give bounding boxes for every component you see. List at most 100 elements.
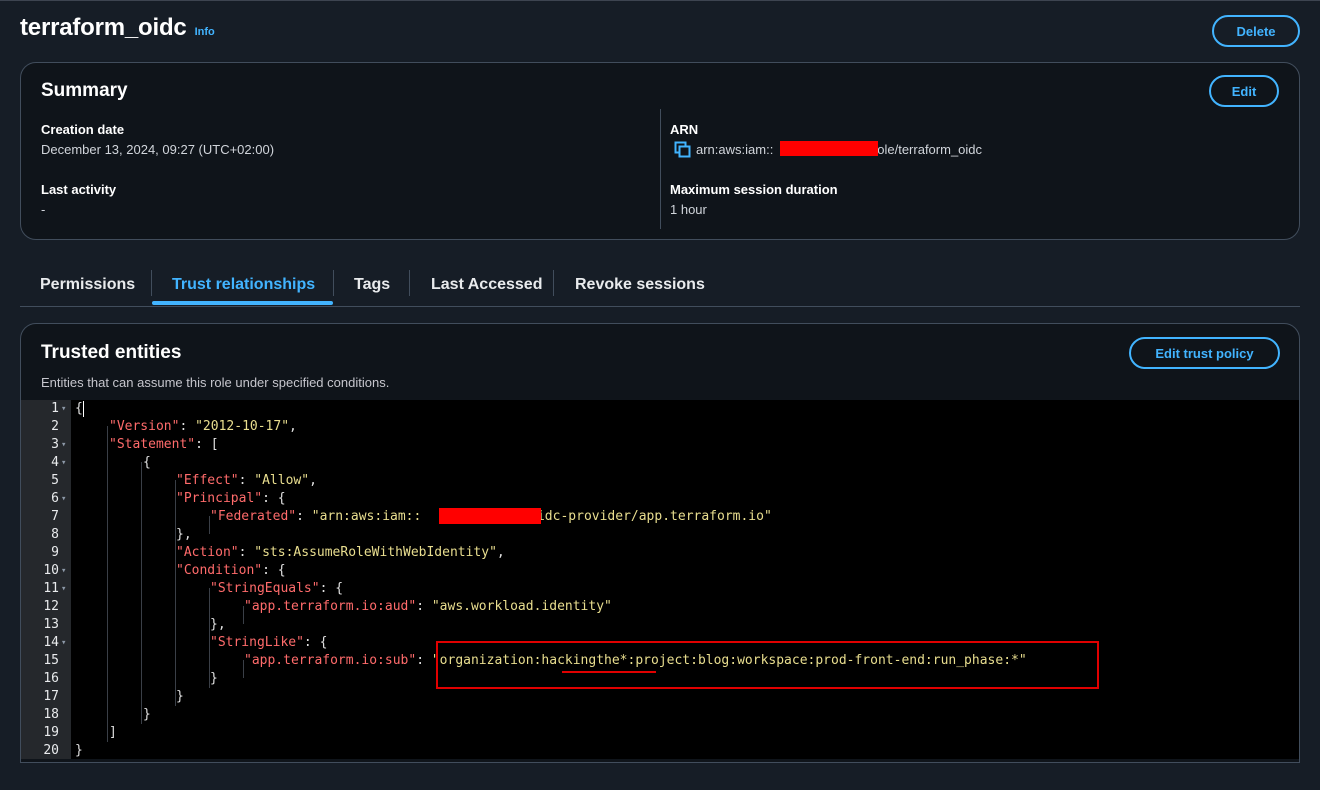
tab-separator xyxy=(151,270,152,296)
summary-card: Summary Edit Creation date December 13, … xyxy=(20,62,1300,240)
line-number: 2 xyxy=(51,419,59,434)
code-line: 9 "Action": "sts:AssumeRoleWithWebIdenti… xyxy=(21,544,1299,562)
tab-trust-relationships[interactable]: Trust relationships xyxy=(172,266,315,304)
line-number: 15 xyxy=(43,653,59,668)
arn-prefix: arn:aws:iam:: xyxy=(696,142,774,157)
fold-arrow-icon[interactable]: ▾ xyxy=(61,580,71,598)
line-number: 14 xyxy=(43,635,59,650)
arn-suffix: :role/terraform_oidc xyxy=(869,142,983,157)
line-number: 17 xyxy=(43,689,59,704)
line-number: 10 xyxy=(43,563,59,578)
tab-separator xyxy=(409,270,410,296)
json-key: "Statement" xyxy=(109,437,196,452)
json-key: "Principal" xyxy=(176,491,263,506)
line-number: 12 xyxy=(43,599,59,614)
code-line: 5 "Effect": "Allow", xyxy=(21,472,1299,490)
page-title: terraform_oidc xyxy=(20,14,187,41)
code-text: } xyxy=(210,671,218,686)
page-header: terraform_oidc Info xyxy=(20,14,215,42)
json-key: "app.terraform.io:aud" xyxy=(244,599,417,614)
code-text: "Condition": { xyxy=(176,563,286,578)
code-line: 7 "Federated": "arn:aws:iam:::oidc-provi… xyxy=(21,508,1299,526)
json-key: "app.terraform.io:sub" xyxy=(244,653,417,668)
trusted-entities-title: Trusted entities xyxy=(41,342,182,363)
line-number: 19 xyxy=(43,725,59,740)
code-text: { xyxy=(75,401,83,416)
code-line: 11 ▾ "StringEquals": { xyxy=(21,580,1299,598)
line-number: 4 xyxy=(51,455,59,470)
edit-summary-button[interactable]: Edit xyxy=(1209,75,1279,107)
json-string: "arn:aws:iam:: xyxy=(311,509,422,524)
line-number: 11 xyxy=(43,581,59,596)
json-key: "StringEquals" xyxy=(210,581,320,596)
line-number: 13 xyxy=(43,617,59,632)
code-line: 19 ] xyxy=(21,724,1299,742)
line-number: 18 xyxy=(43,707,59,722)
code-line: 3 ▾ "Statement": [ xyxy=(21,436,1299,454)
copy-icon[interactable] xyxy=(674,141,691,158)
fold-arrow-icon[interactable]: ▾ xyxy=(61,400,71,418)
active-tab-indicator xyxy=(152,301,333,305)
fold-arrow-icon[interactable]: ▾ xyxy=(61,436,71,454)
line-number: 1 xyxy=(51,401,59,416)
summary-title: Summary xyxy=(41,80,128,101)
json-string: "aws.workload.identity" xyxy=(431,599,612,614)
line-number: 16 xyxy=(43,671,59,686)
summary-column-divider xyxy=(660,109,661,229)
tab-permissions[interactable]: Permissions xyxy=(40,266,135,304)
code-text: "app.terraform.io:aud": "aws.workload.id… xyxy=(244,599,612,614)
code-line: 10 ▾ "Condition": { xyxy=(21,562,1299,580)
last-activity-value: - xyxy=(41,202,46,217)
code-line: 2 "Version": "2012-10-17", xyxy=(21,418,1299,436)
line-number: 3 xyxy=(51,437,59,452)
code-text: "Version": "2012-10-17", xyxy=(109,419,297,434)
json-string: "sts:AssumeRoleWithWebIdentity" xyxy=(254,545,497,560)
tab-separator xyxy=(333,270,334,296)
code-line: 8 }, xyxy=(21,526,1299,544)
arn-label: ARN xyxy=(670,122,699,137)
code-text: }, xyxy=(176,527,192,542)
account-id-redaction xyxy=(439,508,541,524)
line-number: 5 xyxy=(51,473,59,488)
top-divider xyxy=(0,0,1320,1)
code-line: 17 } xyxy=(21,688,1299,706)
code-text: { xyxy=(143,455,151,470)
line-number: 20 xyxy=(43,743,59,758)
code-text: "StringEquals": { xyxy=(210,581,344,596)
line-number: 6 xyxy=(51,491,59,506)
creation-date-value: December 13, 2024, 09:27 (UTC+02:00) xyxy=(41,142,275,157)
delete-button[interactable]: Delete xyxy=(1212,15,1300,47)
arn-redaction xyxy=(780,141,878,156)
json-key: "StringLike" xyxy=(210,635,304,650)
line-number: 9 xyxy=(51,545,59,560)
json-key: "Action" xyxy=(176,545,239,560)
edit-trust-policy-button[interactable]: Edit trust policy xyxy=(1129,337,1280,369)
fold-arrow-icon[interactable]: ▾ xyxy=(61,454,71,472)
code-line: 18 } xyxy=(21,706,1299,724)
code-text: "StringLike": { xyxy=(210,635,328,650)
last-activity-label: Last activity xyxy=(41,182,117,197)
tab-last-accessed[interactable]: Last Accessed xyxy=(431,266,542,304)
line-number: 7 xyxy=(51,509,59,524)
fold-arrow-icon[interactable]: ▾ xyxy=(61,634,71,652)
policy-editor[interactable]: 1 ▾ { 2 "Version": "2012-10-17", 3 ▾ "St… xyxy=(21,400,1299,759)
code-line: 20 } xyxy=(21,742,1299,759)
code-text: } xyxy=(75,743,83,758)
tab-tags[interactable]: Tags xyxy=(354,266,390,304)
code-line: 1 ▾ { xyxy=(21,400,1299,418)
info-link[interactable]: Info xyxy=(195,26,215,38)
fold-arrow-icon[interactable]: ▾ xyxy=(61,562,71,580)
fold-arrow-icon[interactable]: ▾ xyxy=(61,490,71,508)
tab-revoke-sessions[interactable]: Revoke sessions xyxy=(575,266,705,304)
code-line: 13 }, xyxy=(21,616,1299,634)
code-text: "Statement": [ xyxy=(109,437,219,452)
json-string: :oidc-provider/app.terraform.io" xyxy=(521,509,772,524)
code-line: 6 ▾ "Principal": { xyxy=(21,490,1299,508)
tab-bar: Permissions Trust relationships Tags Las… xyxy=(20,266,1300,307)
code-text: } xyxy=(176,689,184,704)
code-line: 16 } xyxy=(21,670,1299,688)
code-text: } xyxy=(143,707,151,722)
code-text: "Effect": "Allow", xyxy=(176,473,317,488)
code-text: ] xyxy=(109,725,117,740)
max-session-value: 1 hour xyxy=(670,202,707,217)
